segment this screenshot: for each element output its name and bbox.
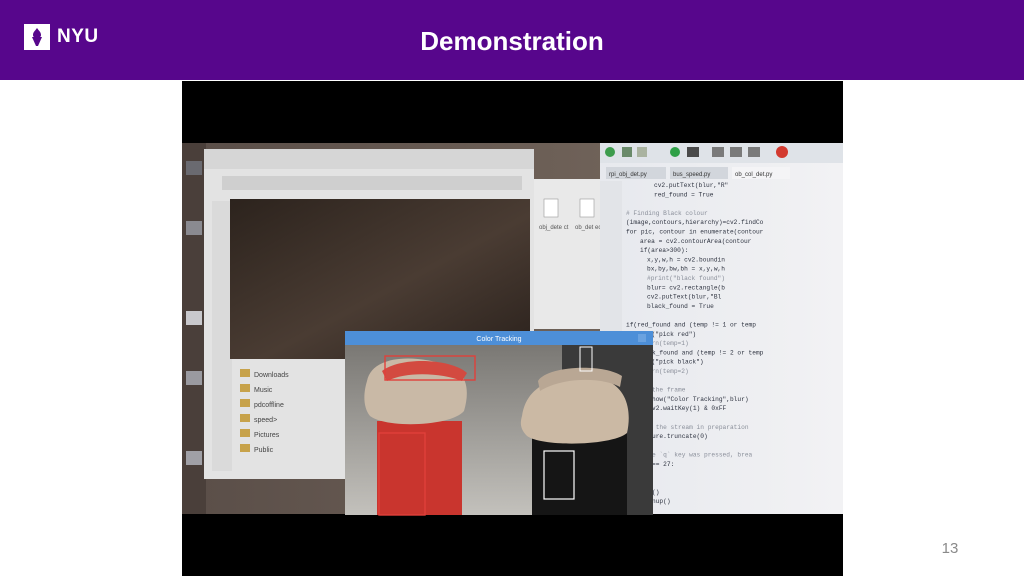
code-line: (image,contours,hierarchy)=cv2.findCo — [626, 219, 764, 226]
color-tracking-window: Color Tracking — [345, 331, 653, 516]
folder-item: Public — [254, 447, 274, 454]
file-label: ob_det ect — [575, 225, 603, 231]
code-line: red_found = True — [654, 191, 714, 198]
code-line: for pic, contour in enumerate(contour — [626, 229, 764, 236]
code-line: blur= cv2.rectangle(b — [647, 284, 725, 291]
run-icon — [605, 147, 615, 157]
code-line: #print("black found") — [647, 275, 725, 282]
folder-item: speed> — [254, 417, 277, 424]
header-bar: NYU Demonstration — [0, 0, 1024, 80]
slide-title: Demonstration — [420, 26, 604, 56]
red-cup — [377, 421, 462, 515]
black-cup — [532, 431, 627, 515]
editor-tab: rpi_obj_det.py — [609, 172, 647, 178]
code-line: cv2.putText(blur,"R" — [654, 182, 728, 189]
code-line: bx,by,bw,bh = x,y,w,h — [647, 266, 725, 273]
code-line: if(area>300): — [640, 247, 688, 254]
play-icon — [670, 147, 680, 157]
folder-item: pdcoffline — [254, 402, 284, 409]
camera-window-title: Color Tracking — [476, 336, 521, 343]
stop-icon — [776, 146, 788, 158]
folder-item: Downloads — [254, 372, 289, 379]
folder-item: Pictures — [254, 432, 280, 439]
code-line: area = cv2.contourArea(contour — [640, 238, 752, 245]
editor-tab: bus_speed.py — [673, 172, 710, 178]
code-line: cv2.putText(blur,"Bl — [647, 294, 722, 301]
code-line: if(red_found and (temp != 1 or temp — [626, 322, 756, 329]
editor-tab: ob_col_det.py — [735, 172, 772, 178]
code-line: black_found = True — [647, 303, 714, 310]
folder-item: Music — [254, 387, 273, 394]
file-label: obj_dete ct — [539, 225, 569, 231]
code-line: x,y,w,h = cv2.boundin — [647, 256, 725, 263]
page-number: 13 — [941, 540, 959, 557]
code-line: # Finding Black colour — [626, 210, 708, 217]
demo-video-frame[interactable]: Downloads Music pdcoffline speed> Pictur… — [182, 81, 843, 576]
